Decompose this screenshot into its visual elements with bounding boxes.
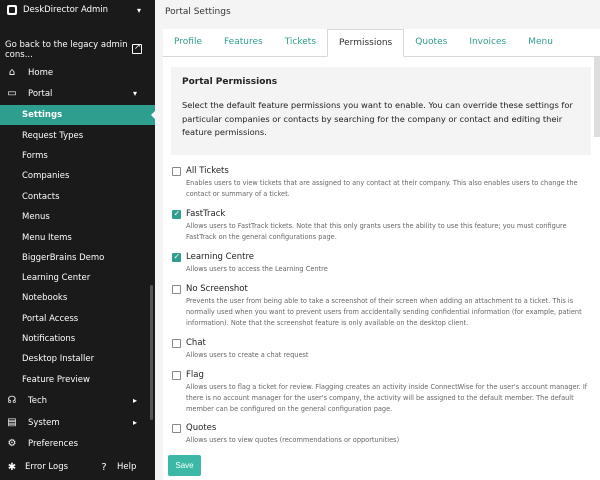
help-button[interactable]: ? Help [98,462,136,473]
tab-permissions[interactable]: Permissions [327,29,405,57]
sidebar-item-forms[interactable]: Forms [0,146,155,166]
error-logs-label: Error Logs [25,462,69,472]
sidebar-item-label: Portal [28,88,53,99]
permission-label: Quotes [186,423,217,433]
sidebar-item-label: Tech [28,395,48,406]
section-heading: Portal Permissions [182,77,278,87]
tab-tickets[interactable]: Tickets [274,29,327,57]
permissions-intro: Portal Permissions Select the default fe… [171,67,591,155]
main-panel: Portal Settings Profile Features Tickets… [155,0,600,480]
gear-icon: ⚙ [7,438,17,449]
sidebar-item-system[interactable]: ▤ System ▸ [0,412,155,433]
sidebar-item-label: Feature Preview [22,375,90,385]
permission-label: FastTrack [186,209,226,219]
sidebar-item-label: Home [28,67,54,78]
system-icon: ▤ [7,417,17,428]
save-button[interactable]: Save [168,455,201,476]
help-icon: ? [101,461,107,473]
sidebar-item-portal[interactable]: ▭ Portal ▾ [0,83,155,104]
settings-tabs: Profile Features Tickets Permissions Quo… [163,29,600,57]
fasttrack-checkbox[interactable] [172,209,181,219]
chat-checkbox[interactable] [172,339,181,348]
sidebar-item-companies[interactable]: Companies [0,166,155,186]
sidebar-item-label: Notifications [22,334,76,344]
no-screenshot-checkbox[interactable] [172,285,181,294]
sidebar-item-label: Preferences [28,438,78,449]
sidebar-item-biggerbrains-demo[interactable]: BiggerBrains Demo [0,248,155,268]
app-switcher[interactable]: DeskDirector Admin ▾ [0,0,155,20]
permissions-panel: Portal Permissions Select the default fe… [163,57,600,480]
chevron-right-icon: ▸ [132,396,137,405]
legacy-admin-link[interactable]: Go back to the legacy admin cons... [0,40,155,60]
permission-label: Learning Centre [186,252,255,262]
sidebar-item-label: Menus [22,212,50,222]
sidebar-item-label: System [28,417,60,428]
sidebar-item-preferences[interactable]: ⚙ Preferences [0,433,155,454]
permission-description: Allows users to flag a ticket for review… [186,383,588,414]
sidebar-item-settings[interactable]: Settings [0,105,156,125]
sidebar: DeskDirector Admin ▾ Go back to the lega… [0,0,156,480]
sidebar-item-label: Menu Items [22,233,72,243]
headset-icon: ☊ [7,395,17,406]
external-link-icon [132,42,142,54]
error-logs-button[interactable]: ✱ Error Logs [6,462,68,473]
sidebar-item-portal-access[interactable]: Portal Access [0,309,155,329]
sidebar-item-feature-preview[interactable]: Feature Preview [0,370,155,390]
chevron-down-icon: ▾ [136,6,141,15]
flag-checkbox[interactable] [172,371,181,380]
sidebar-item-label: Learning Center [22,273,91,283]
chevron-down-icon: ▾ [132,89,137,98]
main-scrollbar[interactable] [594,57,600,137]
sidebar-item-request-types[interactable]: Request Types [0,126,155,146]
bug-icon: ✱ [7,461,17,473]
page-title: Portal Settings [155,0,600,27]
app-logo-icon [7,5,17,15]
permission-description: Allows users to create a chat request [186,351,309,359]
sidebar-item-label: Settings [22,110,63,120]
sidebar-item-menus[interactable]: Menus [0,207,155,227]
permission-label: No Screenshot [186,284,248,294]
sidebar-item-tech[interactable]: ☊ Tech ▸ [0,390,155,411]
permission-label: Flag [186,370,204,380]
app-title: DeskDirector Admin [23,5,109,15]
quotes-checkbox[interactable] [172,424,181,433]
all-tickets-checkbox[interactable] [172,167,181,176]
permission-description: Prevents the user from being able to tak… [186,297,582,328]
sidebar-item-contacts[interactable]: Contacts [0,187,155,207]
permission-label: All Tickets [186,166,229,176]
help-label: Help [117,462,137,472]
sidebar-item-label: Forms [22,151,48,161]
permission-description: Enables users to view tickets that are a… [186,179,578,199]
permission-description: Allows users to FastTrack tickets. Note … [186,222,567,242]
sidebar-item-label: Companies [22,171,70,181]
sidebar-item-notebooks[interactable]: Notebooks [0,288,155,308]
sidebar-item-notifications[interactable]: Notifications [0,329,155,349]
sidebar-item-desktop-installer[interactable]: Desktop Installer [0,349,155,369]
tab-features[interactable]: Features [213,29,274,57]
tab-profile[interactable]: Profile [163,29,213,57]
sidebar-item-menu-items[interactable]: Menu Items [0,228,155,248]
tab-menu[interactable]: Menu [517,29,564,57]
tab-invoices[interactable]: Invoices [458,29,517,57]
sidebar-item-label: Request Types [22,131,84,141]
sidebar-item-label: BiggerBrains Demo [22,253,105,263]
sidebar-scrollbar[interactable] [150,285,153,420]
chevron-right-icon: ▸ [132,418,137,427]
sidebar-item-home[interactable]: ⌂ Home [0,62,155,83]
permission-label: Chat [186,338,206,348]
tab-quotes[interactable]: Quotes [404,29,458,57]
sidebar-item-label: Portal Access [22,314,79,324]
sidebar-item-label: Desktop Installer [22,354,95,364]
home-icon: ⌂ [8,67,16,78]
permission-description: Allows users to access the Learning Cent… [186,265,328,273]
learning-centre-checkbox[interactable] [172,252,181,262]
sidebar-item-label: Notebooks [22,293,68,303]
sidebar-item-label: Contacts [22,192,60,202]
sidebar-footer: ✱ Error Logs ? Help [0,456,155,478]
section-description: Select the default feature permissions y… [182,100,573,137]
sidebar-item-learning-center[interactable]: Learning Center [0,268,155,288]
permission-description: Allows users to view quotes (recommendat… [186,436,400,444]
portal-icon: ▭ [7,88,17,99]
